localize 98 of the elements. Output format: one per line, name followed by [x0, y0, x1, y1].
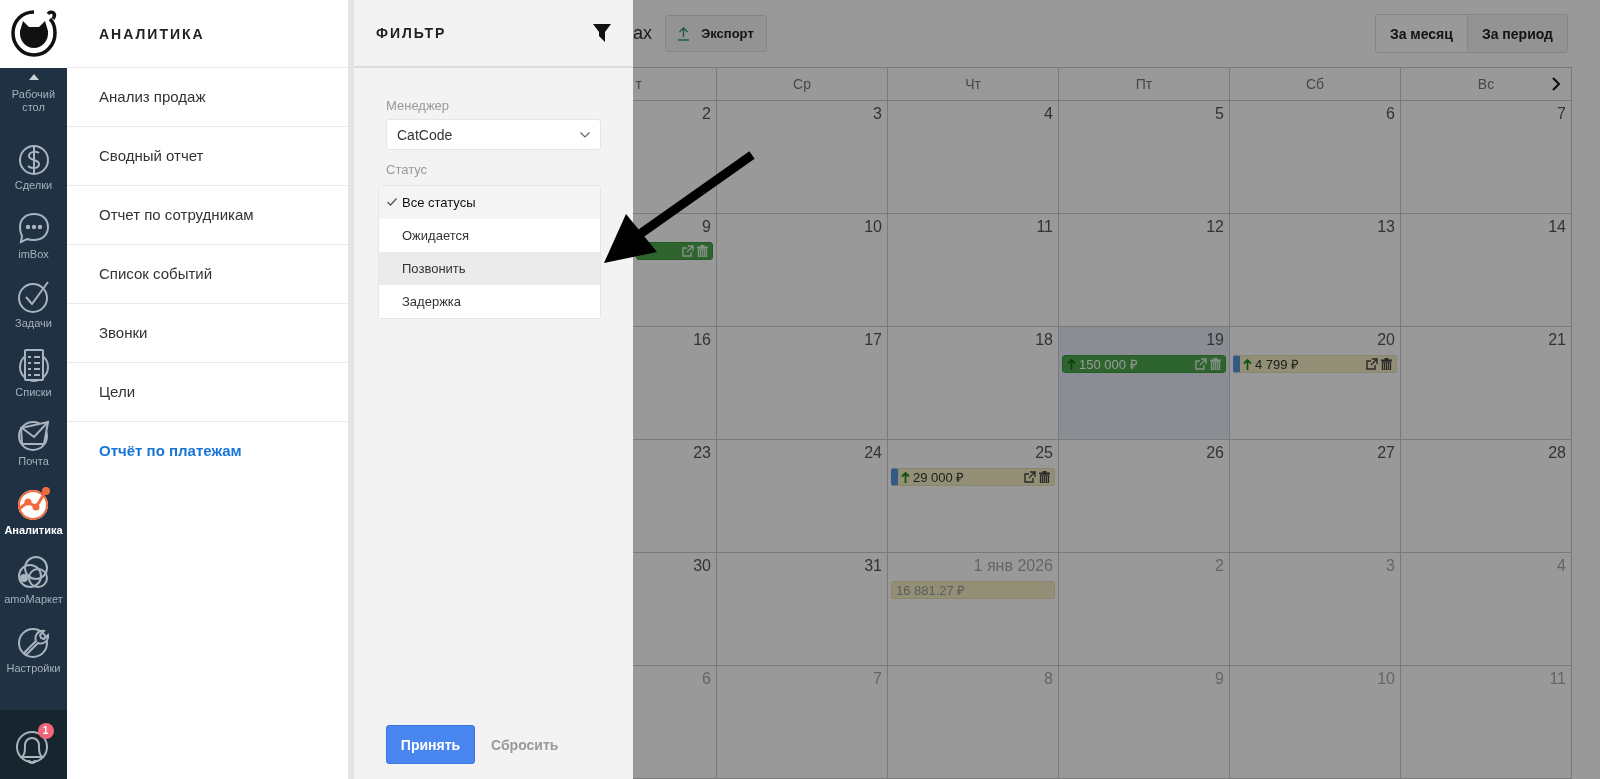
notification-badge: 1	[37, 722, 54, 739]
calendar-day[interactable]: 21	[1400, 327, 1571, 440]
nav-item[interactable]: Сделки	[0, 140, 67, 209]
day-number: 10	[864, 218, 883, 236]
calendar-day[interactable]: 11	[887, 214, 1058, 327]
calendar-day[interactable]: 16	[633, 327, 716, 440]
external-link-icon[interactable]	[1024, 471, 1036, 483]
filter-icon[interactable]	[593, 24, 611, 42]
nav-item[interactable]: Списки	[0, 347, 67, 416]
calendar-day[interactable]: 20 4 799 ₽	[1229, 327, 1400, 440]
arrow-up-icon	[901, 471, 910, 483]
nav-item[interactable]: Рабочий стол	[0, 74, 67, 140]
day-number: 17	[864, 331, 883, 349]
field-label: Менеджер	[386, 98, 451, 113]
nav-item[interactable]: Аналитика	[0, 485, 67, 554]
status-option[interactable]: Все статусы	[379, 186, 600, 219]
payment-amount: 29 000 ₽	[913, 469, 965, 486]
day-number: 9	[702, 218, 712, 236]
calendar-day[interactable]: 7	[1400, 101, 1571, 214]
calendar-day[interactable]: 13	[1229, 214, 1400, 327]
weekday-header: Пт	[1135, 76, 1153, 92]
calendar-day[interactable]: 24	[716, 440, 887, 553]
calendar-day[interactable]: 3	[716, 101, 887, 214]
nav-item[interactable]: imBox	[0, 209, 67, 278]
day-number: 20	[1377, 331, 1396, 349]
caret-up-icon	[28, 74, 39, 80]
weekday-header: Ср	[793, 76, 811, 92]
manager-select[interactable]: CatCode	[386, 119, 601, 150]
day-number: 4	[1044, 105, 1054, 123]
day-number: 25	[1035, 444, 1054, 462]
day-number: 31	[864, 557, 883, 575]
day-number: 30	[693, 557, 712, 575]
payment-amount: 150 000 ₽	[1079, 356, 1138, 373]
calendar-day[interactable]: 25 29 000 ₽	[887, 440, 1058, 553]
check-icon	[387, 198, 397, 206]
calendar-day[interactable]: 2	[633, 101, 716, 214]
day-number: 14	[1548, 218, 1567, 236]
chevron-down-icon	[580, 131, 590, 138]
calendar-day[interactable]: 30	[633, 553, 716, 666]
upload-icon	[678, 26, 689, 41]
status-option[interactable]: Позвонить	[379, 252, 600, 285]
chart-icon	[15, 485, 52, 521]
day-number: 26	[1206, 444, 1225, 462]
weekday-header: Чт	[965, 76, 981, 92]
calendar-day[interactable]: 28	[1400, 440, 1571, 553]
day-number: 18	[1035, 331, 1054, 349]
calendar-day[interactable]: 14	[1400, 214, 1571, 327]
payment-event[interactable]: 29 000 ₽	[891, 468, 1055, 486]
export-button[interactable]: Экспорт	[665, 15, 767, 52]
day-number: 3	[873, 105, 883, 123]
day-number: 11	[1036, 218, 1054, 236]
calendar-day[interactable]: 6	[1229, 101, 1400, 214]
day-number: 19	[1206, 331, 1225, 349]
cat-logo-icon[interactable]	[8, 9, 59, 59]
calendar-day[interactable]: 26	[1058, 440, 1229, 553]
nav-item[interactable]: Почта	[0, 416, 67, 485]
arrow-up-icon	[1243, 358, 1252, 370]
payment-amount: 4 799 ₽	[1255, 356, 1300, 373]
nav-item[interactable]: Настройки	[0, 623, 67, 692]
calendar-day[interactable]: 17	[716, 327, 887, 440]
trash-icon[interactable]	[1381, 358, 1392, 370]
day-number: 16	[693, 331, 712, 349]
calendar-day[interactable]: 10	[716, 214, 887, 327]
day-number: 13	[1377, 218, 1396, 236]
reset-button[interactable]: Сбросить	[483, 736, 567, 753]
view-tab[interactable]: За период	[1467, 15, 1567, 52]
calendar-day[interactable]: 31	[716, 553, 887, 666]
calendar-day[interactable]: 4	[887, 101, 1058, 214]
trash-icon[interactable]	[1039, 471, 1050, 483]
day-number: 28	[1548, 444, 1567, 462]
day-number: 23	[693, 444, 712, 462]
day-number: 27	[1377, 444, 1396, 462]
field-label: Статус	[386, 162, 429, 177]
day-number: 6	[1386, 105, 1396, 123]
arrow-up-icon	[1067, 358, 1076, 370]
weekday-header: Вс	[1477, 76, 1495, 92]
nav-item[interactable]: amoМаркет	[0, 554, 67, 623]
day-number: 5	[1215, 105, 1225, 123]
filter-title: ФИЛЬТР	[376, 25, 447, 41]
day-number: 7	[1557, 105, 1567, 123]
view-tab[interactable]: За месяц	[1375, 15, 1468, 52]
day-number: 24	[864, 444, 883, 462]
day-number: 21	[1548, 331, 1567, 349]
submenu-item[interactable]: Отчёт по платежам	[67, 422, 348, 480]
external-link-icon[interactable]	[1366, 358, 1378, 370]
day-number: 2	[702, 105, 712, 123]
payment-event[interactable]: 4 799 ₽	[1233, 355, 1397, 373]
weekday-header: Сб	[1305, 76, 1325, 92]
chevron-right-icon[interactable]	[1552, 77, 1561, 91]
weekday-header: т	[635, 76, 642, 92]
apply-button[interactable]: Принять	[386, 725, 475, 764]
nav-item[interactable]: Задачи	[0, 278, 67, 347]
day-number: 12	[1206, 218, 1225, 236]
calendar-day[interactable]: 19 150 000 ₽	[1058, 327, 1229, 440]
calendar-day[interactable]: 5	[1058, 101, 1229, 214]
calendar-day[interactable]: 23	[633, 440, 716, 553]
calendar-day[interactable]: 27	[1229, 440, 1400, 553]
toolbar-text: ах	[633, 23, 652, 44]
